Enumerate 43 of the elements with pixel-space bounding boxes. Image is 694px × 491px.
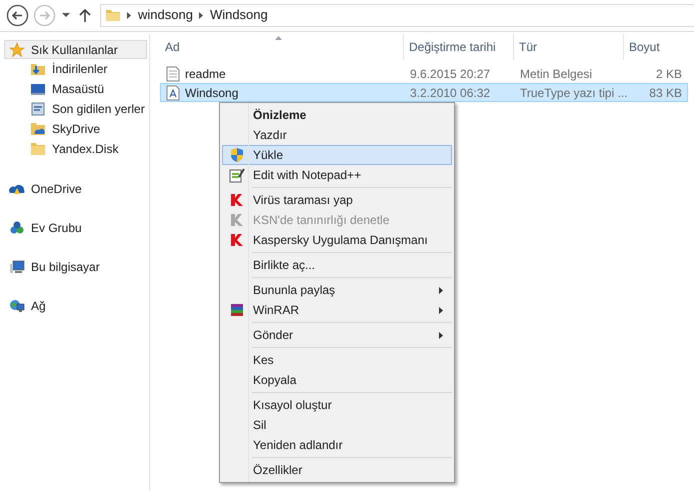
table-cell-text: TrueType yazı tipi ... <box>519 84 624 102</box>
menu-item[interactable]: Kaspersky Uygulama Danışmanı <box>222 230 452 250</box>
table-cell-text: 2 KB <box>654 66 683 82</box>
column-header[interactable]: Değiştirme tarihi <box>403 34 513 60</box>
menu-item[interactable]: Sil <box>222 415 452 435</box>
column-header[interactable]: Boyut <box>623 34 685 60</box>
sidebar-item[interactable]: Ev Grubu <box>4 218 147 237</box>
sidebar-item[interactable]: Ağ <box>4 296 147 315</box>
menu-item[interactable]: Gönder <box>222 325 452 345</box>
column-header[interactable]: Ad <box>160 34 403 60</box>
menu-item[interactable]: Bununla paylaş <box>222 280 452 300</box>
column-header[interactable]: Tür <box>513 34 623 60</box>
sidebar-item[interactable]: SkyDrive <box>0 119 149 139</box>
menu-item[interactable]: Kısayol oluştur <box>222 395 452 415</box>
address-bar[interactable]: windsong Windsong <box>100 4 694 26</box>
menu-item[interactable]: Kes <box>222 350 452 370</box>
breadcrumb-item[interactable]: windsong <box>138 5 193 25</box>
breadcrumb-item[interactable]: Windsong <box>210 5 268 25</box>
table-cell-text: 83 KB <box>648 84 683 102</box>
menu-item[interactable]: Edit with Notepad++ <box>222 165 452 185</box>
sidebar-item[interactable]: Masaüstü <box>0 79 149 99</box>
sidebar-item[interactable]: Yandex.Disk <box>0 139 149 159</box>
menu-item[interactable]: Kopyala <box>222 370 452 390</box>
file-row[interactable]: readme 9.6.2015 20:27 Metin Belgesi 2 KB <box>160 64 688 83</box>
menu-item[interactable]: Yükle <box>222 145 452 165</box>
sidebar-item[interactable]: İndirilenler <box>0 59 149 79</box>
table-cell-text: 3.2.2010 06:32 <box>409 84 492 102</box>
menu-item[interactable]: Virüs taraması yap <box>222 190 452 210</box>
file-name: readme <box>185 66 226 82</box>
menu-item[interactable]: Yazdır <box>222 125 452 145</box>
menu-item[interactable]: Özellikler <box>222 460 452 480</box>
menu-item[interactable]: WinRAR <box>222 300 452 320</box>
table-cell-text: Metin Belgesi <box>519 66 594 82</box>
sidebar-item[interactable]: Son gidilen yerler <box>0 99 149 119</box>
file-row[interactable]: Windsong 3.2.2010 06:32 TrueType yazı tipi ... 83 KB <box>160 83 688 102</box>
sidebar-item[interactable]: Bu bilgisayar <box>4 257 147 276</box>
sidebar-item[interactable]: Sık Kullanılanlar <box>4 40 147 59</box>
sidebar-item[interactable]: OneDrive <box>4 179 147 198</box>
menu-item[interactable]: Önizleme <box>222 105 452 125</box>
file-name: Windsong <box>185 84 238 102</box>
table-cell-text: 9.6.2015 20:27 <box>409 66 492 82</box>
menu-item[interactable]: Birlikte aç... <box>222 255 452 275</box>
menu-item[interactable]: Yeniden adlandır <box>222 435 452 455</box>
